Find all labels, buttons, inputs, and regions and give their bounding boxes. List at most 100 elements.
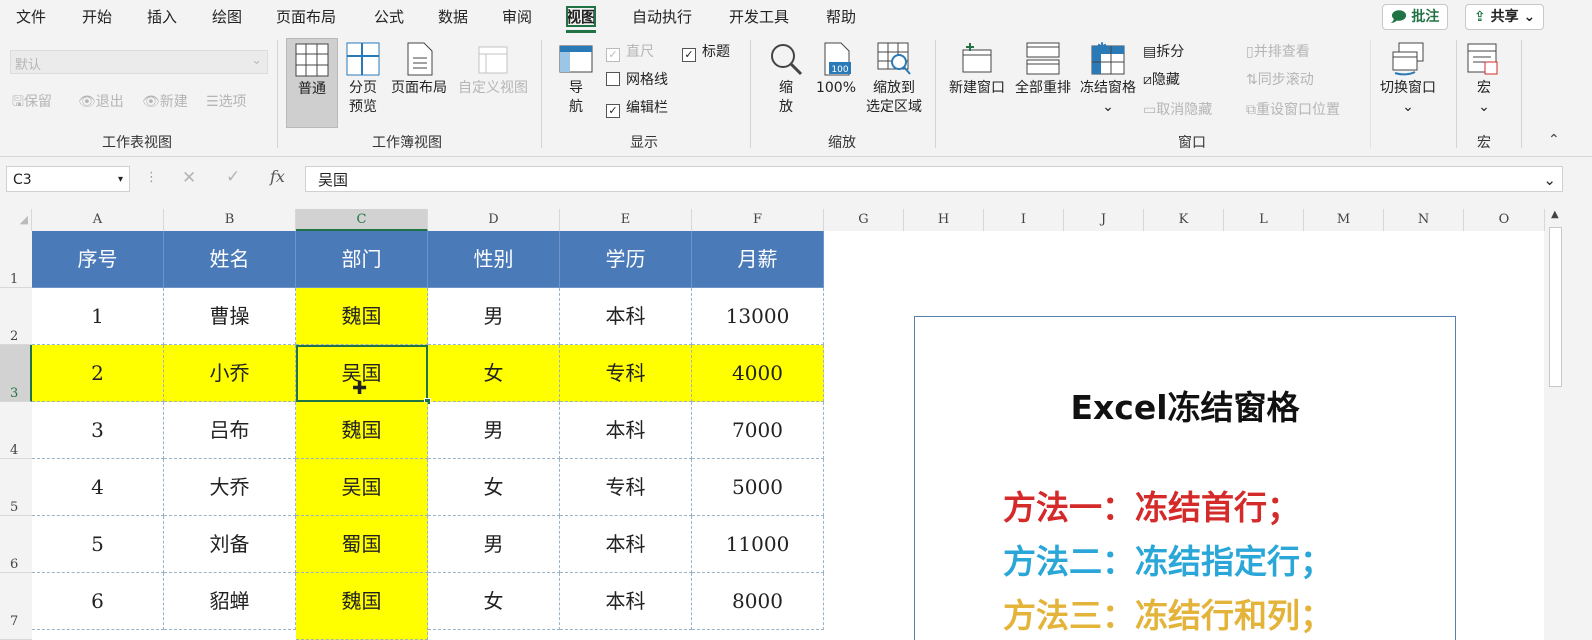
navigation-button[interactable]: 导航 xyxy=(556,42,596,117)
column-header-a[interactable]: A xyxy=(32,209,164,231)
column-header-b[interactable]: B xyxy=(164,209,296,231)
table-cell[interactable]: 刘备 xyxy=(164,516,296,573)
sheet-view-dropdown[interactable]: 默认 ⌄ xyxy=(10,50,268,74)
column-header-l[interactable]: L xyxy=(1224,209,1304,231)
table-cell[interactable]: 5 xyxy=(32,516,164,573)
vertical-scrollbar[interactable]: ▲ xyxy=(1545,209,1567,640)
row-header-2[interactable]: 2 xyxy=(0,288,32,345)
menu-view[interactable]: 视图 xyxy=(566,6,597,33)
table-cell[interactable]: 吴国 xyxy=(296,459,428,516)
freeze-panes-button[interactable]: ✱ 冻结窗格 ⌄ xyxy=(1077,42,1139,117)
column-header-c[interactable]: C xyxy=(296,209,428,231)
more-options-icon[interactable]: ⋮ xyxy=(145,170,158,185)
collapse-ribbon-icon[interactable]: ⌃ xyxy=(1548,132,1560,148)
hide-button[interactable]: ⧄隐藏 xyxy=(1143,70,1180,90)
table-cell[interactable]: 本科 xyxy=(560,516,692,573)
menu-data[interactable]: 数据 xyxy=(438,6,468,27)
table-cell[interactable]: 本科 xyxy=(560,402,692,459)
switch-windows-button[interactable]: 切换窗口 ⌄ xyxy=(1376,42,1440,117)
split-button[interactable]: ▤拆分 xyxy=(1143,42,1184,62)
zoom-selection-button[interactable]: 缩放到 选定区域 xyxy=(862,42,926,117)
menu-automate[interactable]: 自动执行 xyxy=(632,6,692,27)
headings-checkbox[interactable]: ✓ 标题 xyxy=(682,42,730,62)
row-header-1[interactable]: 1 xyxy=(0,231,32,288)
column-header-m[interactable]: M xyxy=(1304,209,1384,231)
menu-review[interactable]: 审阅 xyxy=(502,6,532,27)
column-header-g[interactable]: G xyxy=(824,209,904,231)
table-cell[interactable]: 11000 xyxy=(692,516,824,573)
table-header-cell[interactable]: 姓名 xyxy=(164,231,296,288)
table-cell[interactable]: 专科 xyxy=(560,345,692,402)
side-by-side-button[interactable]: ▯并排查看 xyxy=(1246,42,1310,62)
table-cell[interactable]: 女 xyxy=(428,573,560,630)
formula-input[interactable]: 吴国 ⌄ xyxy=(305,166,1563,192)
row-header-7[interactable]: 7 xyxy=(0,573,32,640)
menu-file[interactable]: 文件 xyxy=(16,6,46,27)
row-header-3[interactable]: 3 xyxy=(0,345,32,402)
select-all-corner[interactable]: ◢ xyxy=(0,209,32,231)
enter-icon[interactable]: ✓ xyxy=(226,167,240,187)
table-cell[interactable]: 13000 xyxy=(692,288,824,345)
exit-button[interactable]: 👁退出 xyxy=(78,92,124,112)
table-header-cell[interactable]: 序号 xyxy=(32,231,164,288)
page-layout-button[interactable]: 页面布局 xyxy=(389,42,449,98)
table-cell[interactable]: 魏国 xyxy=(296,573,428,640)
table-cell[interactable]: 本科 xyxy=(560,288,692,345)
formula-bar-checkbox[interactable]: ✓ 编辑栏 xyxy=(606,98,668,118)
menu-page-layout[interactable]: 页面布局 xyxy=(276,6,336,27)
scrollbar-thumb[interactable] xyxy=(1549,227,1562,387)
ruler-checkbox[interactable]: ✓ 直尺 xyxy=(606,42,654,62)
menu-formulas[interactable]: 公式 xyxy=(374,6,404,27)
column-header-d[interactable]: D xyxy=(428,209,560,231)
table-cell[interactable]: 3 xyxy=(32,402,164,459)
table-cell[interactable]: 魏国 xyxy=(296,288,428,345)
menu-draw[interactable]: 绘图 xyxy=(212,6,242,27)
table-cell[interactable]: 魏国 xyxy=(296,402,428,459)
column-header-o[interactable]: O xyxy=(1464,209,1545,231)
column-header-k[interactable]: K xyxy=(1144,209,1224,231)
table-cell[interactable]: 女 xyxy=(428,345,560,402)
zoom-button[interactable]: 缩放 xyxy=(766,42,806,117)
unhide-button[interactable]: ▭取消隐藏 xyxy=(1143,100,1212,120)
insert-function-icon[interactable]: fx xyxy=(270,167,285,186)
table-cell[interactable]: 大乔 xyxy=(164,459,296,516)
table-cell[interactable]: 本科 xyxy=(560,573,692,630)
table-cell[interactable]: 女 xyxy=(428,459,560,516)
scroll-up-icon[interactable]: ▲ xyxy=(1551,209,1559,220)
share-button[interactable]: ⇪ 共享 ⌄ xyxy=(1465,4,1545,30)
column-header-e[interactable]: E xyxy=(560,209,692,231)
table-cell[interactable]: 5000 xyxy=(692,459,824,516)
table-cell[interactable]: 专科 xyxy=(560,459,692,516)
cancel-icon[interactable]: ✕ xyxy=(182,168,196,188)
arrange-all-button[interactable]: 全部重排 xyxy=(1012,42,1074,98)
row-header-4[interactable]: 4 xyxy=(0,402,32,459)
normal-view-button[interactable]: 普通 xyxy=(286,38,338,128)
column-header-h[interactable]: H xyxy=(904,209,984,231)
row-header-6[interactable]: 6 xyxy=(0,516,32,573)
table-cell[interactable]: 曹操 xyxy=(164,288,296,345)
macros-button[interactable]: 宏 ⌄ xyxy=(1464,42,1504,117)
table-header-cell[interactable]: 性别 xyxy=(428,231,560,288)
options-button[interactable]: ☰选项 xyxy=(206,92,247,112)
table-cell[interactable]: 男 xyxy=(428,402,560,459)
table-cell[interactable]: 4000 xyxy=(692,345,824,402)
table-header-cell[interactable]: 学历 xyxy=(560,231,692,288)
table-cell[interactable]: 小乔 xyxy=(164,345,296,402)
reset-window-position-button[interactable]: ⧉重设窗口位置 xyxy=(1246,100,1340,120)
menu-home[interactable]: 开始 xyxy=(82,6,112,27)
gridlines-checkbox[interactable]: 网格线 xyxy=(606,70,668,90)
table-cell[interactable]: 貂蝉 xyxy=(164,573,296,630)
table-cell[interactable]: 7000 xyxy=(692,402,824,459)
column-header-j[interactable]: J xyxy=(1064,209,1144,231)
table-cell[interactable]: 6 xyxy=(32,573,164,630)
menu-insert[interactable]: 插入 xyxy=(147,6,177,27)
custom-views-button[interactable]: 自定义视图 xyxy=(455,42,531,98)
column-header-n[interactable]: N xyxy=(1384,209,1464,231)
zoom-100-button[interactable]: 100 100% xyxy=(813,42,859,98)
column-header-i[interactable]: I xyxy=(984,209,1064,231)
table-cell[interactable]: 4 xyxy=(32,459,164,516)
page-break-preview-button[interactable]: 分页 预览 xyxy=(340,42,386,117)
new-view-button[interactable]: 👁新建 xyxy=(142,92,188,112)
table-header-cell[interactable]: 月薪 xyxy=(692,231,824,288)
sync-scroll-button[interactable]: ⇅同步滚动 xyxy=(1246,70,1314,90)
